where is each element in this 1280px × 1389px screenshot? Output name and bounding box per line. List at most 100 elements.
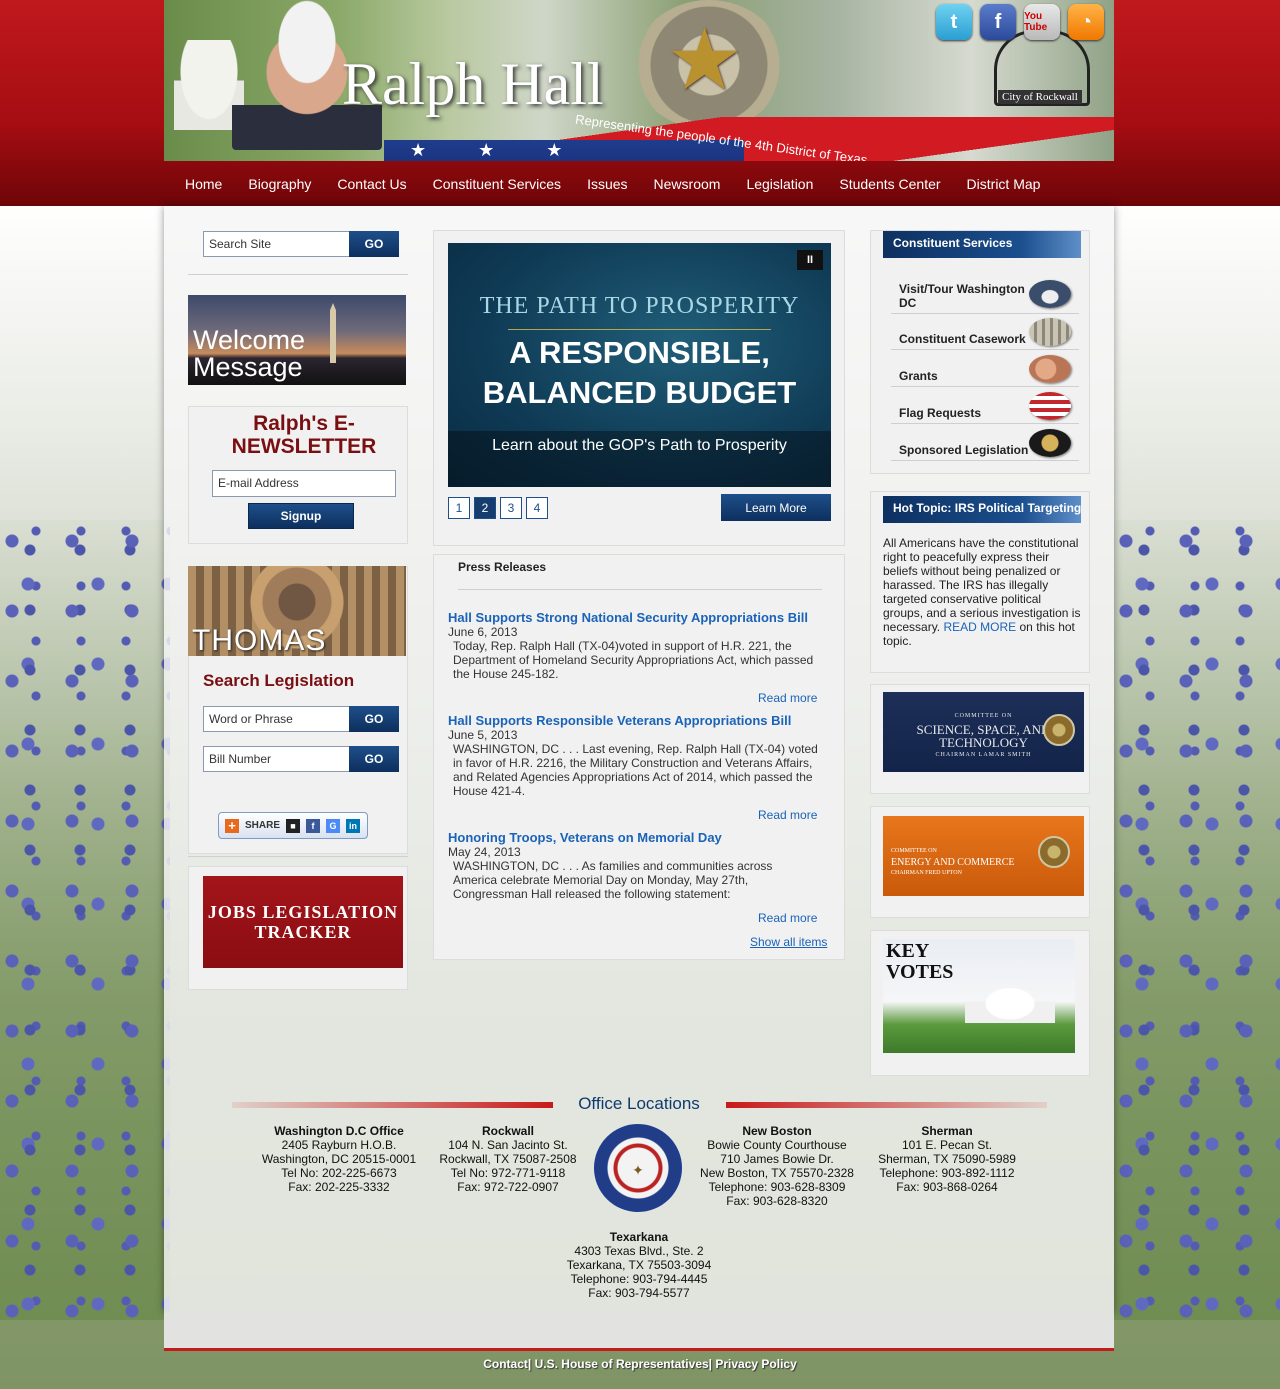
show-all-items-link[interactable]: Show all items	[750, 935, 827, 949]
facebook-share-icon: f	[306, 818, 321, 833]
flag-stripe: ★ ★ ★	[384, 140, 744, 161]
slide-page-2[interactable]: 2	[474, 497, 496, 519]
cs-item-visit-tour[interactable]: Visit/Tour Washington DC	[891, 276, 1079, 314]
slide-subheading: A RESPONSIBLE, BALANCED BUDGET	[482, 335, 797, 410]
nav-newsroom[interactable]: Newsroom	[654, 176, 721, 192]
seal-eagle-icon: ✦	[632, 1162, 644, 1178]
nav-issues[interactable]: Issues	[587, 176, 627, 192]
learn-more-button[interactable]: Learn More	[721, 494, 831, 521]
cs-item-label: Sponsored Legislation	[899, 443, 1029, 457]
footer-privacy-link[interactable]: Privacy Policy	[715, 1357, 796, 1371]
nav-contact-us[interactable]: Contact Us	[337, 176, 406, 192]
slide-pager: 1 2 3 4	[448, 497, 548, 519]
main-nav: Home Biography Contact Us Constituent Se…	[164, 161, 1114, 206]
office-line: New Boston, TX 75570-2328	[700, 1166, 854, 1180]
office-line: Fax: 903-628-8320	[726, 1194, 828, 1208]
thomas-banner[interactable]: THOMAS	[188, 566, 406, 657]
site-title[interactable]: Ralph Hall	[342, 50, 604, 119]
welcome-message-banner[interactable]: Welcome Message	[188, 295, 406, 385]
rss-icon[interactable]: ◔	[1068, 4, 1104, 40]
office-line: 2405 Rayburn H.O.B.	[281, 1138, 397, 1152]
office-name: Rockwall	[481, 1124, 535, 1138]
footer-contact-link[interactable]: Contact	[483, 1357, 528, 1371]
star-icon: ★	[666, 12, 744, 108]
columns-bubble-icon	[1029, 318, 1071, 346]
press-summary: WASHINGTON, DC . . . Last evening, Rep. …	[453, 742, 818, 798]
office-name: Sherman	[921, 1124, 973, 1138]
cs-item-casework[interactable]: Constituent Casework	[891, 314, 1079, 350]
press-date: June 5, 2013	[448, 728, 518, 742]
key-votes-text: KEY VOTES	[886, 940, 954, 983]
rockwall-sign-text: City of Rockwall	[998, 90, 1082, 104]
word-search-go-button[interactable]: GO	[349, 706, 399, 732]
read-more-link[interactable]: Read more	[758, 911, 817, 925]
slide-heading: THE PATH TO PROSPERITY	[479, 293, 800, 319]
footer-house-link[interactable]: U.S. House of Representatives	[535, 1357, 709, 1371]
read-more-link[interactable]: Read more	[758, 691, 817, 705]
search-site-go-button[interactable]: GO	[349, 231, 399, 257]
read-more-link[interactable]: Read more	[758, 808, 817, 822]
office-line: Fax: 972-722-0907	[457, 1180, 559, 1194]
youtube-icon[interactable]: You Tube	[1024, 4, 1060, 40]
enc-chair: CHAIRMAN FRED UPTON	[891, 870, 962, 876]
footer-separator: |	[708, 1357, 713, 1371]
divider	[188, 274, 408, 275]
featured-slide[interactable]: THE PATH TO PROSPERITY A RESPONSIBLE, BA…	[448, 243, 831, 487]
press-headline[interactable]: Honoring Troops, Veterans on Memorial Da…	[448, 830, 828, 845]
office-sherman: Sherman 101 E. Pecan St. Sherman, TX 750…	[867, 1124, 1027, 1194]
share-label: SHARE	[245, 820, 281, 831]
press-item: Hall Supports Strong National Security A…	[448, 610, 828, 681]
nav-district-map[interactable]: District Map	[967, 176, 1041, 192]
cs-item-sponsored-legislation[interactable]: Sponsored Legislation	[891, 425, 1079, 461]
welcome-message-text: Welcome Message	[193, 325, 306, 382]
share-plus-icon: +	[225, 818, 239, 833]
jobs-legislation-tracker-banner[interactable]: JOBS LEGISLATION TRACKER	[203, 876, 403, 968]
press-date: May 24, 2013	[448, 845, 521, 859]
press-releases-heading: Press Releases	[458, 560, 547, 574]
energy-commerce-banner[interactable]: COMMITTEE ON ENERGY AND COMMERCE CHAIRMA…	[883, 816, 1084, 896]
cs-item-label: Grants	[899, 369, 938, 383]
office-line: 710 James Bowie Dr.	[720, 1152, 834, 1166]
handshake-bubble-icon	[1029, 355, 1071, 383]
press-headline[interactable]: Hall Supports Strong National Security A…	[448, 610, 828, 625]
nav-home[interactable]: Home	[185, 176, 222, 192]
capitol-bubble-icon	[1029, 280, 1071, 308]
share-button[interactable]: + SHARE ■ f G in	[218, 812, 368, 839]
footer-separator: |	[527, 1357, 532, 1371]
office-name: New Boston	[742, 1124, 812, 1138]
office-line: 104 N. San Jacinto St.	[448, 1138, 568, 1152]
cs-item-flag-requests[interactable]: Flag Requests	[891, 388, 1079, 424]
footer-bar	[164, 1313, 1114, 1351]
slide-page-4[interactable]: 4	[526, 497, 548, 519]
nav-students-center[interactable]: Students Center	[839, 176, 940, 192]
hot-topic-text: All Americans have the constitutional ri…	[883, 536, 1083, 648]
search-site-input[interactable]: Search Site	[203, 231, 350, 257]
sst-chair: CHAIRMAN LAMAR SMITH	[935, 752, 1032, 758]
signup-button[interactable]: Signup	[248, 503, 354, 529]
word-phrase-input[interactable]: Word or Phrase	[203, 706, 350, 732]
bill-number-input[interactable]: Bill Number	[203, 746, 350, 772]
office-line: Tel No: 202-225-6673	[281, 1166, 397, 1180]
office-texarkana: Texarkana 4303 Texas Blvd., Ste. 2 Texar…	[554, 1230, 724, 1300]
cs-item-grants[interactable]: Grants	[891, 351, 1079, 387]
nav-biography[interactable]: Biography	[248, 176, 311, 192]
divider	[458, 589, 822, 590]
office-line: Texarkana, TX 75503-3094	[566, 1258, 712, 1272]
science-committee-banner[interactable]: COMMITTEE ON SCIENCE, SPACE, AND TECHNOL…	[883, 692, 1084, 772]
nav-legislation[interactable]: Legislation	[746, 176, 813, 192]
office-name: Washington D.C Office	[274, 1124, 404, 1138]
key-votes-banner[interactable]: KEY VOTES	[883, 939, 1075, 1053]
slide-page-1[interactable]: 1	[448, 497, 470, 519]
bill-search-go-button[interactable]: GO	[349, 746, 399, 772]
nav-constituent-services[interactable]: Constituent Services	[433, 176, 561, 192]
hot-topic-read-more-link[interactable]: READ MORE	[943, 620, 1016, 634]
facebook-icon[interactable]: f	[980, 4, 1016, 40]
slide-page-3[interactable]: 3	[500, 497, 522, 519]
press-headline[interactable]: Hall Supports Responsible Veterans Appro…	[448, 713, 828, 728]
email-field[interactable]: E-mail Address	[212, 470, 396, 497]
twitter-icon[interactable]: t	[936, 4, 972, 40]
pause-button[interactable]: II	[797, 250, 823, 270]
hot-topic-heading: Hot Topic: IRS Political Targeting	[883, 496, 1081, 523]
office-line: Bowie County Courthouse	[707, 1138, 847, 1152]
office-line: Telephone: 903-628-8309	[708, 1180, 846, 1194]
